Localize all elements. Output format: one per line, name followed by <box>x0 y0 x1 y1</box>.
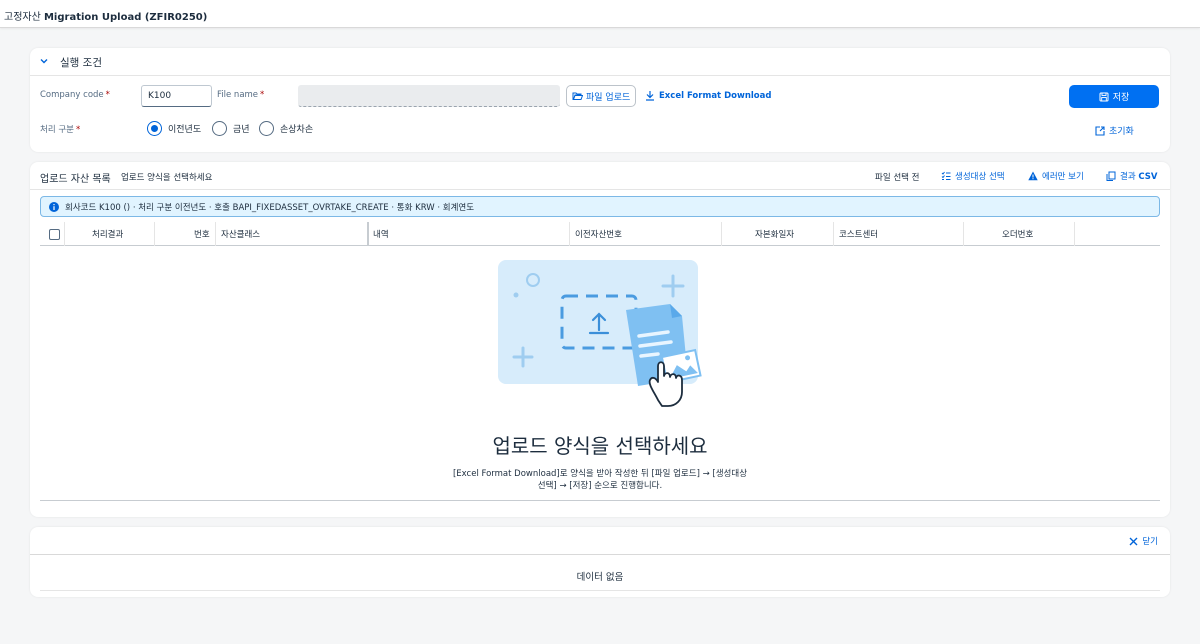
file-upload-button[interactable]: 파일 업로드 <box>566 85 637 107</box>
col-result[interactable]: 처리결과 <box>92 222 123 246</box>
save-icon <box>1099 92 1109 101</box>
asset-list-panel: 업로드 자산 목록 업로드 양식을 선택하세요 파일 선택 전 생성대상 선택 … <box>30 162 1170 517</box>
app-title: 고정자산 Migration Upload (ZFIR0250) <box>4 12 208 23</box>
radio-impairment-circle[interactable] <box>259 121 274 136</box>
radio-current-year-circle[interactable] <box>212 121 227 136</box>
table-header: 처리결과 번호 자산클래스 내역 이전자산번호 자본화일자 코스트센터 오더번호 <box>40 222 1160 246</box>
select-create-target-button[interactable]: 생성대상 선택 <box>941 170 1005 182</box>
filter-panel-title: 실행 조건 <box>60 57 102 69</box>
radio-current-year-label: 금년 <box>233 125 250 135</box>
asset-list-toolbar: 업로드 자산 목록 업로드 양식을 선택하세요 파일 선택 전 생성대상 선택 … <box>30 162 1170 190</box>
warning-icon <box>1028 171 1038 181</box>
col-prior-asset-number[interactable]: 이전자산번호 <box>575 222 622 246</box>
no-data-text: 데이터 없음 <box>576 572 624 583</box>
radio-current-year[interactable]: 금년 <box>212 121 250 136</box>
close-icon <box>1129 537 1138 545</box>
chevron-down-icon[interactable] <box>39 56 49 66</box>
reset-icon <box>1095 125 1105 136</box>
col-capitalization-date[interactable]: 자본화일자 <box>755 222 794 246</box>
excel-format-download-link[interactable]: Excel Format Download <box>645 90 771 101</box>
col-asset-class[interactable]: 자산클래스 <box>221 222 260 246</box>
save-button[interactable]: 저장 <box>1069 85 1159 108</box>
radio-impairment-label: 손상차손 <box>280 125 314 135</box>
show-errors-button[interactable]: 에러만 보기 <box>1028 170 1084 182</box>
list-check-icon <box>941 171 951 180</box>
asset-list-title: 업로드 자산 목록 <box>40 174 111 185</box>
company-code-label: Company code * <box>40 90 110 100</box>
shell-bar: 고정자산 Migration Upload (ZFIR0250) <box>0 0 1200 28</box>
empty-state-title: 업로드 양식을 선택하세요 <box>492 434 708 458</box>
export-csv-button[interactable]: 결과 CSV <box>1106 170 1157 182</box>
asset-list-subtitle: 업로드 양식을 선택하세요 <box>121 173 213 183</box>
detail-bottom-border <box>40 590 1160 591</box>
radio-prior-year-label: 이전년도 <box>168 125 202 135</box>
reset-button[interactable]: 초기화 <box>1095 124 1134 137</box>
folder-open-icon <box>572 92 583 100</box>
col-cost-center[interactable]: 코스트센터 <box>839 222 878 246</box>
file-status-text: 파일 선택 전 <box>875 173 920 183</box>
col-order-number[interactable]: 오더번호 <box>1002 222 1033 246</box>
download-icon <box>646 91 654 101</box>
info-icon <box>49 201 59 212</box>
filter-panel-header[interactable]: 실행 조건 <box>30 48 1170 76</box>
detail-panel: 닫기 데이터 없음 <box>30 527 1170 597</box>
empty-state-description: [Excel Format Download]로 양식을 받아 작성한 뒤 [파… <box>452 469 748 491</box>
radio-prior-year[interactable]: 이전년도 <box>147 121 201 136</box>
radio-prior-year-circle[interactable] <box>147 121 162 136</box>
filter-panel: 실행 조건 Company code * K100 File name * 파일 업… <box>30 48 1170 152</box>
upload-illustration <box>498 260 702 407</box>
copy-icon <box>1106 171 1116 181</box>
table-bottom-border <box>40 500 1160 501</box>
file-name-label: File name * <box>217 90 265 100</box>
detail-divider <box>30 554 1170 555</box>
company-code-input[interactable]: K100 <box>141 85 212 107</box>
process-type-label: 처리 구분 * <box>40 125 81 135</box>
select-all-checkbox[interactable] <box>49 222 60 246</box>
file-name-field <box>298 85 560 107</box>
info-strip: 회사코드 K100 () · 처리 구분 이전년도 · 호출 BAPI_FIXE… <box>40 196 1160 217</box>
radio-impairment[interactable]: 손상차손 <box>259 121 313 136</box>
col-number[interactable]: 번호 <box>194 222 210 246</box>
close-button[interactable]: 닫기 <box>1129 535 1158 547</box>
col-description[interactable]: 내역 <box>373 222 389 246</box>
